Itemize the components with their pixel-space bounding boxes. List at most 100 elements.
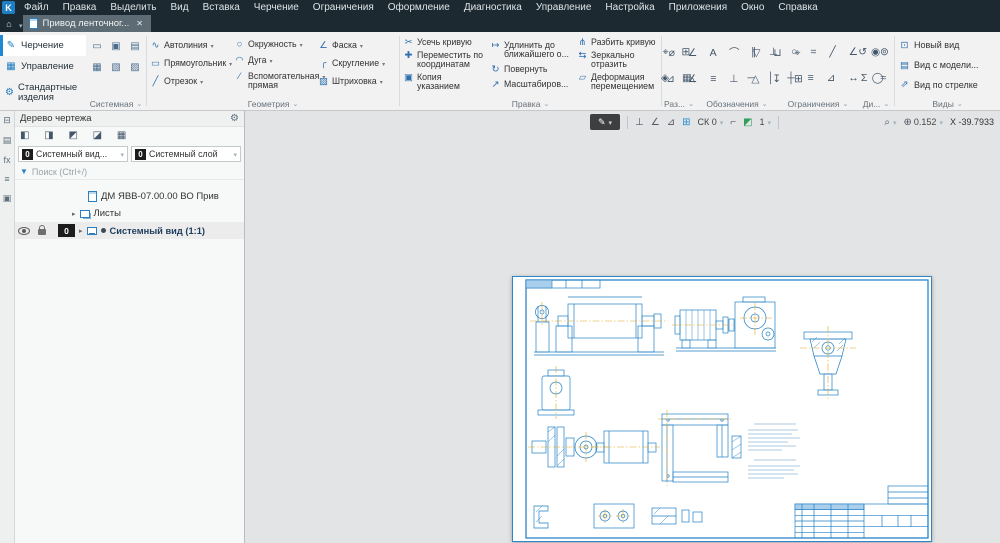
menu-constraints[interactable]: Ограничения [306,0,381,15]
menu-settings[interactable]: Настройка [598,0,661,15]
menu-help[interactable]: Справка [771,0,824,15]
tool-rectangle[interactable]: ▭Прямоугольник [148,59,230,71]
preview-icon[interactable]: ▧ [108,60,124,74]
layers-panel-icon[interactable]: ▣ [3,193,12,204]
cursor-coordinates: X -39.7933 [950,117,994,127]
tool-view-from-model[interactable]: ▤Вид с модели... [895,59,1000,72]
tool-trim-curve[interactable]: ✂Усечь кривую [401,38,486,48]
tool-circle[interactable]: ○Окружность [232,40,314,52]
tool-extend[interactable]: ↦Удлинить до ближайшего о... [488,41,573,60]
gear-icon[interactable]: ⚙ [230,113,239,124]
snap-triangle-icon[interactable]: ⊿ [667,117,675,128]
tool-scale[interactable]: ↗Масштабиров... [488,80,573,90]
tool-copy-by-point[interactable]: ▣Копия указанием [401,73,486,92]
grid-icon[interactable]: ⊞ [682,117,690,128]
category-standard-parts[interactable]: ⚙ Стандартные изделия [0,77,86,108]
current-layer-select[interactable]: 0 Системный слой [131,146,241,162]
zoom-select[interactable]: ⊕ 0.152 [904,117,943,128]
tool-segment[interactable]: ╱Отрезок [148,77,230,89]
filter-icon[interactable]: ▼ [20,167,28,176]
group-caption-edit[interactable]: Правка [400,98,661,110]
new-doc-icon[interactable]: ▭ [89,39,105,53]
variables-panel-icon[interactable]: fx [3,155,10,165]
menu-diagnostics[interactable]: Диагностика [457,0,529,15]
document-tab[interactable]: Привод ленточног... ✕ [23,15,151,32]
fillet-icon: ╭ [318,59,329,69]
menu-applications[interactable]: Приложения [662,0,735,15]
group-caption-views[interactable]: Виды [895,98,1000,110]
tool-fillet[interactable]: ╭Скругление [316,59,398,71]
current-view-select[interactable]: 0 Системный вид... [18,146,128,162]
tree-item-system-view[interactable]: 0 Системный вид (1:1) [15,222,244,239]
tab-close-icon[interactable]: ✕ [134,19,145,28]
menu-select[interactable]: Выделить [103,0,163,15]
precision-select[interactable]: 1 [760,117,772,127]
tool-arc[interactable]: ◠Дуга [232,56,314,68]
tab-title: Привод ленточног... [43,18,130,29]
group-caption-constraints[interactable]: Ограничения [778,98,858,110]
tool-construction-line[interactable]: ∕Вспомогательная прямая [232,72,314,91]
chevron-down-icon [232,149,237,159]
sheet-container[interactable] [512,276,932,542]
category-management[interactable]: ▦ Управление [0,56,86,77]
copy-icon: ▣ [403,73,414,83]
app-logo-icon[interactable]: K [2,1,15,14]
menu-edit[interactable]: Правка [56,0,104,15]
tool-new-view[interactable]: ⊡Новый вид [895,39,1000,52]
snap-angle-icon[interactable]: ∠ [651,117,660,128]
rectangle-icon: ▭ [150,59,161,69]
extend-icon: ↦ [490,41,501,51]
tool-move-by-coords[interactable]: ✚Переместить по координатам [401,51,486,70]
drawing-canvas[interactable]: ✎ ⊥ ∠ ⊿ ⊞ СК 0 ⌐ ◩ 1 ⌕ ⊕ 0.152 X -39.793… [245,111,1000,543]
magnifier-select[interactable]: ⌕ [884,117,896,128]
list-panel-icon[interactable]: ≡ [4,174,9,184]
view-icon [87,227,97,235]
menu-file[interactable]: Файл [17,0,56,15]
style-pencil-button[interactable]: ✎ [590,114,620,130]
save-icon[interactable]: ▤ [127,39,143,53]
menu-management[interactable]: Управление [529,0,599,15]
search-input[interactable] [32,167,239,177]
menu-window[interactable]: Окно [734,0,771,15]
menu-insert[interactable]: Вставка [196,0,247,15]
ortho-icon[interactable]: ⌐ [730,117,736,128]
menu-styling[interactable]: Оформление [381,0,457,15]
icon-row[interactable]: Σ ≈ [861,72,891,84]
tool-hatch[interactable]: ▨Штриховка [316,77,398,89]
tool-view-by-arrow[interactable]: ⇗Вид по стрелке [895,78,1000,91]
tool-deform[interactable]: ▱Деформация перемещением [575,73,660,92]
category-drawing[interactable]: ✎ Черчение [0,35,86,56]
open-icon[interactable]: ▣ [108,39,124,53]
tree-toolbar-icons[interactable]: ◧ ◨ ◩ ◪ ▦ [20,130,132,141]
menu-view[interactable]: Вид [164,0,196,15]
tree-panel-icon[interactable]: ⊟ [3,115,11,126]
tree-item-root[interactable]: ДМ ЯВВ-07.00.00 ВО Прив [15,188,244,205]
icon-row[interactable]: ↺ ⊚ [858,46,894,58]
home-icon[interactable]: ⌂ [0,15,18,32]
group-caption-annotations[interactable]: Обозначения [696,98,778,110]
coordinate-system-select[interactable]: СК 0 [697,117,723,127]
lock-icon[interactable] [38,229,46,235]
drawing-sheet[interactable] [512,276,932,542]
tool-mirror[interactable]: ⇆Зеркально отразить [575,51,660,70]
zoom-value: 0.152 [914,117,937,127]
tool-split-curve[interactable]: ⋔Разбить кривую [575,38,660,48]
expander-icon[interactable] [72,208,76,219]
copy-style-icon[interactable]: ▨ [127,60,143,74]
visibility-eye-icon[interactable] [18,227,30,235]
group-caption-geometry[interactable]: Геометрия [147,98,399,110]
tree-item-sheets[interactable]: Листы [15,205,244,222]
group-caption-di[interactable]: Ди... [858,98,894,110]
collections-panel-icon[interactable]: ▤ [3,135,12,146]
expander-icon[interactable] [79,225,83,236]
drawing-tree-panel: Дерево чертежа ⚙ ◧ ◨ ◩ ◪ ▦ 0 Системный в… [15,111,245,543]
tool-chamfer[interactable]: ∠Фаска [316,41,398,53]
group-caption-raz[interactable]: Раз... [662,98,696,110]
tool-autoline[interactable]: ∿Автолиния [148,41,230,53]
menu-drawing[interactable]: Черчение [247,0,306,15]
snap-perpendicular-icon[interactable]: ⊥ [635,117,644,128]
rounding-icon[interactable]: ◩ [743,117,752,128]
print-icon[interactable]: ▦ [89,60,105,74]
tool-rotate[interactable]: ↻Повернуть [488,65,573,75]
group-caption-system[interactable]: Системная [86,98,146,110]
